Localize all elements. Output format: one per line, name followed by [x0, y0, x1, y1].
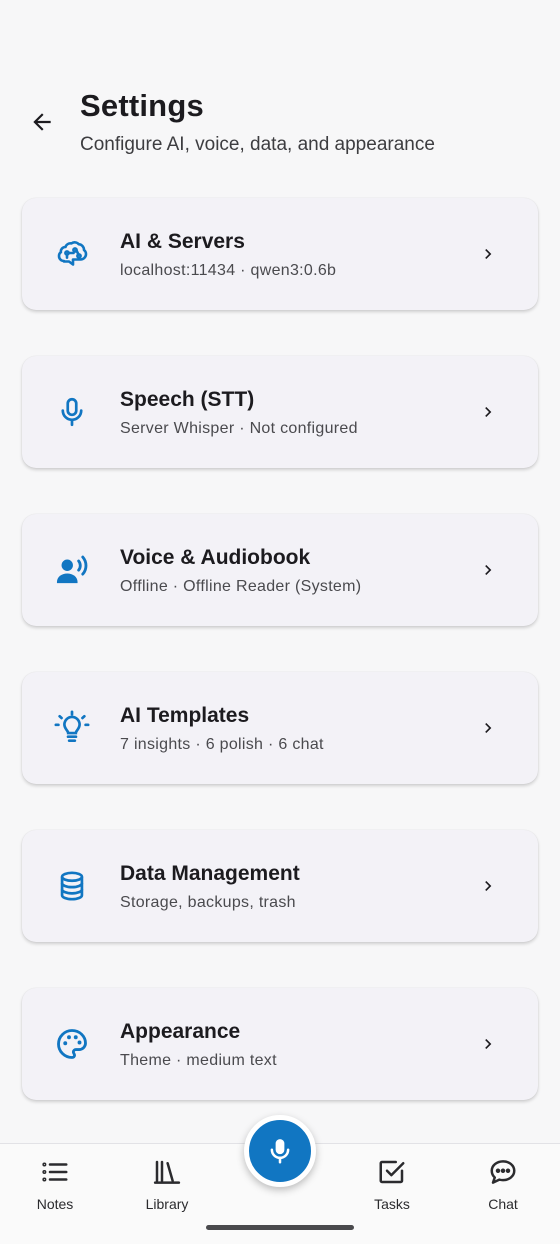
card-title: Appearance — [120, 1020, 241, 1043]
microphone-icon — [270, 1139, 290, 1164]
card-subtitle: 7 insights · 6 polish · 6 chat — [120, 736, 324, 753]
chevron-right-icon — [476, 242, 500, 266]
card-subtitle: Server Whisper · Not configured — [120, 420, 358, 437]
card-title: Data Management — [120, 862, 300, 885]
nav-notes[interactable]: Notes — [10, 1156, 100, 1216]
settings-screen: Settings Configure AI, voice, data, and … — [0, 0, 560, 1244]
home-indicator[interactable] — [206, 1225, 354, 1230]
checkbox-icon — [376, 1156, 408, 1188]
nav-tasks[interactable]: Tasks — [347, 1156, 437, 1216]
nav-label: Tasks — [374, 1196, 410, 1212]
back-button[interactable] — [24, 104, 60, 140]
card-title: AI Templates — [120, 704, 250, 727]
palette-icon — [52, 1024, 92, 1064]
card-title: Speech (STT) — [120, 388, 255, 411]
nav-library[interactable]: Library — [122, 1156, 212, 1216]
library-icon — [151, 1156, 183, 1188]
chevron-right-icon — [476, 400, 500, 424]
card-title: Voice & Audiobook — [120, 546, 311, 569]
list-icon — [39, 1156, 71, 1188]
chevron-right-icon — [476, 558, 500, 582]
page-subtitle: Configure AI, voice, data, and appearanc… — [80, 134, 435, 155]
card-subtitle: Theme · medium text — [120, 1052, 277, 1069]
nav-chat[interactable]: Chat — [458, 1156, 548, 1216]
nav-label: Library — [145, 1196, 189, 1212]
settings-card-ai-servers[interactable]: AI & Servers localhost:11434 · qwen3:0.6… — [22, 198, 538, 310]
card-title: AI & Servers — [120, 230, 245, 253]
settings-card-voice-audiobook[interactable]: Voice & Audiobook Offline · Offline Read… — [22, 514, 538, 626]
chevron-right-icon — [476, 1032, 500, 1056]
card-subtitle: Offline · Offline Reader (System) — [120, 578, 362, 595]
lightbulb-icon — [52, 708, 92, 748]
settings-card-speech[interactable]: Speech (STT) Server Whisper · Not config… — [22, 356, 538, 468]
record-voice-button[interactable] — [244, 1115, 316, 1187]
card-subtitle: localhost:11434 · qwen3:0.6b — [120, 262, 337, 279]
settings-card-ai-templates[interactable]: AI Templates 7 insights · 6 polish · 6 c… — [22, 672, 538, 784]
settings-card-appearance[interactable]: Appearance Theme · medium text — [22, 988, 538, 1100]
settings-card-data-management[interactable]: Data Management Storage, backups, trash — [22, 830, 538, 942]
chevron-right-icon — [476, 874, 500, 898]
database-icon — [52, 866, 92, 906]
header: Settings Configure AI, voice, data, and … — [0, 80, 560, 170]
nav-label: Notes — [36, 1196, 74, 1212]
status-bar — [0, 0, 560, 64]
microphone-icon — [52, 392, 92, 432]
voice-speaker-icon — [52, 550, 92, 590]
arrow-left-icon — [33, 113, 51, 131]
brain-icon — [52, 234, 92, 274]
settings-list: AI & Servers localhost:11434 · qwen3:0.6… — [22, 198, 538, 1146]
chat-bubble-icon — [487, 1156, 519, 1188]
page-title: Settings — [80, 88, 204, 123]
nav-label: Chat — [488, 1196, 518, 1212]
card-subtitle: Storage, backups, trash — [120, 894, 296, 911]
chevron-right-icon — [476, 716, 500, 740]
